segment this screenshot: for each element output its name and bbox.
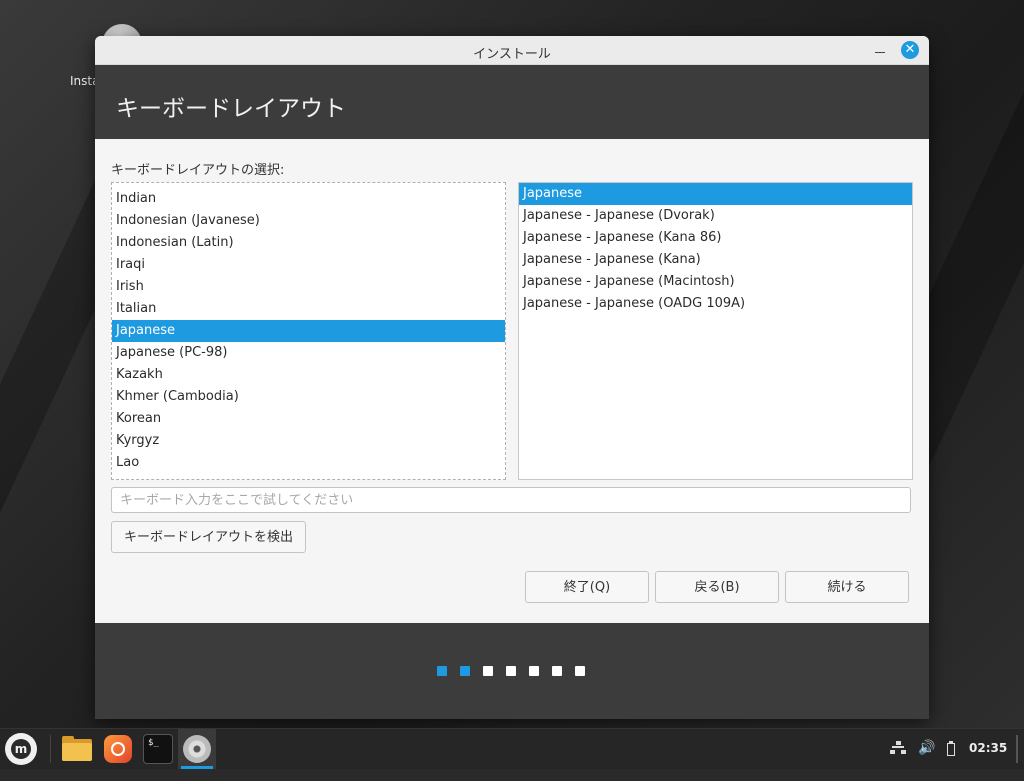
close-icon[interactable]: ✕ — [901, 41, 919, 59]
taskbar-separator — [50, 735, 51, 763]
layout-list[interactable]: Indian Indonesian (Javanese) Indonesian (L… — [111, 182, 506, 480]
layout-item[interactable]: Korean — [112, 408, 505, 430]
progress-dot — [529, 666, 539, 676]
installer-window: インストール ✕ キーボードレイアウト キーボードレイアウトの選択: India… — [95, 36, 929, 719]
layout-item[interactable]: Italian — [112, 298, 505, 320]
installer-disc-icon[interactable] — [181, 733, 213, 765]
variant-list[interactable]: Japanese Japanese - Japanese (Dvorak) Japa… — [518, 182, 913, 480]
layout-item[interactable]: Irish — [112, 276, 505, 298]
terminal-icon[interactable]: $_ — [142, 733, 174, 765]
variant-item[interactable]: Japanese - Japanese (Macintosh) — [519, 271, 912, 293]
window-title: インストール — [473, 47, 551, 62]
layout-item[interactable]: Kazakh — [112, 364, 505, 386]
layout-item-selected[interactable]: Japanese — [112, 320, 505, 342]
variant-item[interactable]: Japanese - Japanese (OADG 109A) — [519, 293, 912, 315]
clock[interactable]: 02:35 — [969, 741, 1007, 781]
layout-item[interactable]: Lao — [112, 452, 505, 474]
terminal-prompt: $_ — [143, 734, 173, 764]
show-desktop-button[interactable] — [1016, 735, 1018, 763]
firefox-icon[interactable] — [102, 733, 134, 765]
back-button[interactable]: 戻る(B) — [655, 571, 779, 603]
linux-mint-menu-icon[interactable]: m — [5, 733, 37, 765]
title-bar[interactable]: インストール ✕ — [95, 36, 929, 65]
layout-selection-label: キーボードレイアウトの選択: — [111, 163, 285, 178]
progress-dot — [552, 666, 562, 676]
layout-item[interactable]: Iraqi — [112, 254, 505, 276]
layout-item[interactable]: Indonesian (Javanese) — [112, 210, 505, 232]
folder-icon[interactable] — [61, 733, 93, 765]
progress-dot — [506, 666, 516, 676]
variant-item[interactable]: Japanese - Japanese (Kana) — [519, 249, 912, 271]
page-header: キーボードレイアウト — [95, 65, 929, 139]
content-area: キーボードレイアウトの選択: Indian Indonesian (Javanes… — [95, 139, 929, 624]
minimize-icon[interactable] — [874, 44, 886, 56]
variant-item-selected[interactable]: Japanese — [519, 183, 912, 205]
layout-item[interactable]: Kyrgyz — [112, 430, 505, 452]
layout-item[interactable]: Khmer (Cambodia) — [112, 386, 505, 408]
variant-item[interactable]: Japanese - Japanese (Dvorak) — [519, 205, 912, 227]
quit-button[interactable]: 終了(Q) — [525, 571, 649, 603]
progress-dot — [483, 666, 493, 676]
layout-item[interactable]: Indian — [112, 188, 505, 210]
detect-layout-button[interactable]: キーボードレイアウトを検出 — [111, 521, 306, 553]
continue-button[interactable]: 続ける — [785, 571, 909, 603]
network-icon[interactable] — [890, 741, 906, 755]
layout-item[interactable]: Japanese (PC-98) — [112, 342, 505, 364]
progress-dot — [575, 666, 585, 676]
taskbar: m $_ 🔊 02:35 — [0, 728, 1024, 769]
progress-footer — [95, 623, 929, 719]
page-title: キーボードレイアウト — [116, 96, 346, 122]
volume-icon[interactable]: 🔊 — [918, 740, 935, 780]
layout-item[interactable]: Indonesian (Latin) — [112, 232, 505, 254]
mint-logo-icon: m — [11, 739, 31, 759]
variant-item[interactable]: Japanese - Japanese (Kana 86) — [519, 227, 912, 249]
progress-dot-completed — [460, 666, 470, 676]
keyboard-test-input[interactable] — [111, 487, 911, 513]
battery-icon[interactable] — [944, 741, 958, 757]
progress-dot-completed — [437, 666, 447, 676]
